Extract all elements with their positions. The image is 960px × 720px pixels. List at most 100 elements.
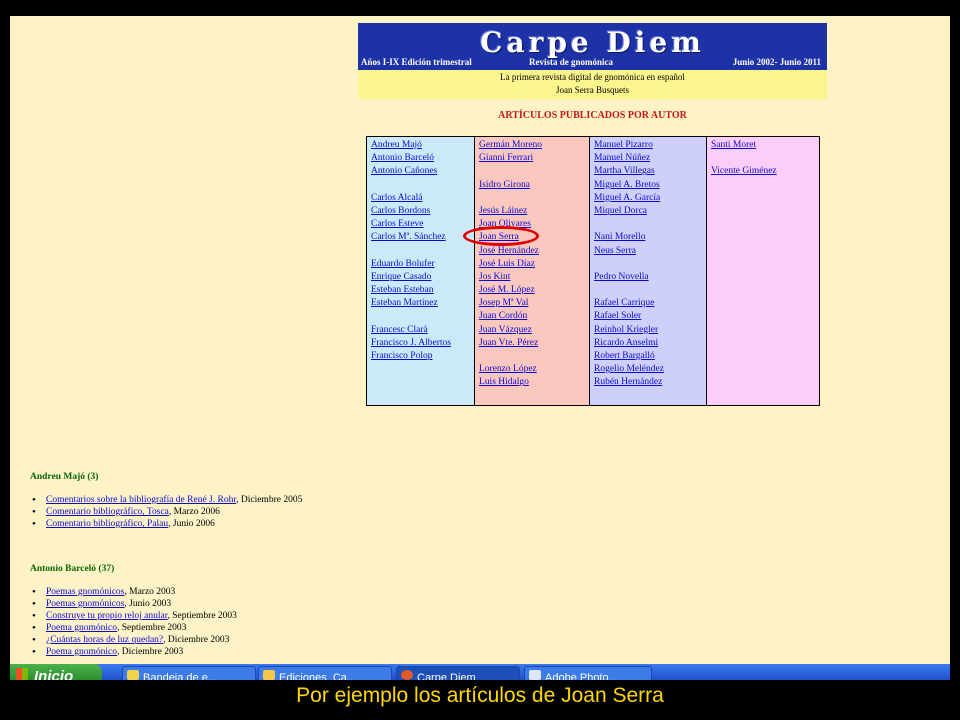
author-link[interactable]: Juan Vázquez xyxy=(479,324,585,337)
taskbar-folder[interactable]: Ediciones_Ca... xyxy=(258,666,392,680)
author-link[interactable]: Antonio Barceló xyxy=(371,152,470,165)
author-link[interactable]: Rafael Soler xyxy=(594,310,702,323)
article-item: Poemas gnomónicos, Junio 2003 xyxy=(30,598,237,610)
author-link[interactable]: Carlos Esteve xyxy=(371,218,470,231)
article-item: Poema gnomónico, Septiembre 2003 xyxy=(30,622,237,634)
author-link[interactable]: José Hernández xyxy=(479,245,585,258)
taskbar-button-label: Ediciones_Ca... xyxy=(279,672,357,680)
author-link[interactable]: Francisco Polop xyxy=(371,350,470,363)
article-date: , Diciembre 2005 xyxy=(236,495,303,505)
article-date: , Septiembre 2003 xyxy=(116,623,187,633)
article-link[interactable]: Poemas gnomónicos xyxy=(46,587,124,597)
banner-tagline: La primera revista digital de gnomónica … xyxy=(358,70,827,99)
articles-list: Poemas gnomónicos, Marzo 2003Poemas gnom… xyxy=(30,586,237,658)
author-link[interactable]: Miguel A. García xyxy=(594,192,702,205)
article-link[interactable]: Comentarios sobre la bibliografía de Ren… xyxy=(46,495,236,505)
section-andreu-majo: Andreu Majó (3) Comentarios sobre la bib… xyxy=(30,472,302,530)
author-link[interactable]: Reinhol Kriegler xyxy=(594,324,702,337)
page-heading: ARTÍCULOS PUBLICADOS POR AUTOR xyxy=(498,110,687,121)
author-link[interactable]: Josep Mª Val xyxy=(479,297,585,310)
article-item: Construye tu propio reloj anular, Septie… xyxy=(30,610,237,622)
section-title: Andreu Majó (3) xyxy=(30,472,99,482)
author-link[interactable]: Esteban Martínez xyxy=(371,297,470,310)
author-gap xyxy=(371,310,470,323)
banner-edition: Años I-IX Edición trimestral xyxy=(361,57,472,67)
author-link[interactable]: Jos Kint xyxy=(479,271,585,284)
start-button[interactable]: Inicio xyxy=(10,664,102,680)
taskbar-carpe-diem[interactable]: Carpe Diem xyxy=(396,666,520,680)
author-link[interactable]: Carlos Bordons xyxy=(371,205,470,218)
authors-column-4: Santi Moret Vicente Giménez xyxy=(707,137,819,405)
tagline-line1: La primera revista digital de gnomónica … xyxy=(500,72,685,82)
highlight-circle-joan-serra xyxy=(463,226,539,246)
author-gap xyxy=(711,152,815,165)
article-link[interactable]: Comentario bibliográfico, Palau xyxy=(46,519,168,529)
article-link[interactable]: Poemas gnomónicos xyxy=(46,599,124,609)
author-link[interactable]: Francisco J. Albertos xyxy=(371,337,470,350)
author-link[interactable]: Enrique Casado xyxy=(371,271,470,284)
author-link[interactable]: Gianni Ferrari xyxy=(479,152,585,165)
taskbar-outlook[interactable]: Bandeja de e... xyxy=(122,666,256,680)
author-link[interactable]: Esteban Esteban xyxy=(371,284,470,297)
author-link[interactable]: Miguel A. Bretos xyxy=(594,179,702,192)
article-link[interactable]: ¿Cuántas horas de luz quedan? xyxy=(46,635,163,645)
author-link[interactable]: Neus Serra xyxy=(594,245,702,258)
article-item: Comentario bibliográfico, Palau, Junio 2… xyxy=(30,518,302,530)
author-link[interactable]: Pedro Novella xyxy=(594,271,702,284)
author-link[interactable]: Martha Villegas xyxy=(594,165,702,178)
author-link[interactable]: Juan Cordón xyxy=(479,310,585,323)
slide-caption: Por ejemplo los artículos de Joan Serra xyxy=(296,684,664,707)
authors-column-3: Manuel Pizarro Manuel Núñez Martha Villega… xyxy=(590,137,707,405)
author-link[interactable]: Rubén Hernández xyxy=(594,376,702,389)
author-link[interactable]: Jesús Láinez xyxy=(479,205,585,218)
banner-dates: Junio 2002- Junio 2011 xyxy=(732,57,821,67)
author-gap xyxy=(371,245,470,258)
author-gap xyxy=(479,350,585,363)
article-item: Comentario bibliográfico, Tosca, Marzo 2… xyxy=(30,506,302,518)
article-date: , Diciembre 2003 xyxy=(116,647,184,657)
section-antonio-barcelo: Antonio Barceló (37) Poemas gnomónicos, … xyxy=(30,564,237,658)
article-link[interactable]: Construye tu propio reloj anular xyxy=(46,611,168,621)
article-date: , Diciembre 2003 xyxy=(163,635,230,645)
taskbar-button-label: Carpe Diem xyxy=(417,672,476,680)
author-gap xyxy=(594,258,702,271)
author-link[interactable]: Antonio Cañones xyxy=(371,165,470,178)
author-link[interactable]: José M. López xyxy=(479,284,585,297)
author-link[interactable]: José Luis Díaz xyxy=(479,258,585,271)
author-link[interactable]: Luis Hidalgo xyxy=(479,376,585,389)
author-link[interactable]: Rafael Carrique xyxy=(594,297,702,310)
article-link[interactable]: Poema gnomónico xyxy=(46,647,117,657)
author-link[interactable]: Carlos Mª. Sánchez xyxy=(371,231,470,244)
author-link[interactable]: Lorenzo López xyxy=(479,363,585,376)
author-link[interactable]: Germán Moreno xyxy=(479,139,585,152)
taskbar-photoshop[interactable]: Adobe Photo... xyxy=(524,666,652,680)
author-link[interactable]: Manuel Pizarro xyxy=(594,139,702,152)
carpe-diem-logo: Carpe Diem xyxy=(480,26,705,59)
author-link[interactable]: Juan Vte. Pérez xyxy=(479,337,585,350)
author-link[interactable]: Nani Morello xyxy=(594,231,702,244)
article-link[interactable]: Comentario bibliográfico, Tosca xyxy=(46,507,169,517)
web-page: Carpe Diem Años I-IX Edición trimestral … xyxy=(10,16,950,664)
author-link[interactable]: Santi Moret xyxy=(711,139,815,152)
taskbar: Inicio Bandeja de e... Ediciones_Ca... C… xyxy=(10,664,950,680)
banner-subtitle: Revista de gnomónica xyxy=(529,57,613,67)
author-link[interactable]: Manuel Núñez xyxy=(594,152,702,165)
browser-icon xyxy=(401,670,413,680)
article-link[interactable]: Poema gnomónico xyxy=(46,623,117,633)
author-link[interactable]: Eduardo Bolufer xyxy=(371,258,470,271)
author-link[interactable]: Miquel Dorca xyxy=(594,205,702,218)
taskbar-button-label: Bandeja de e... xyxy=(143,672,218,680)
author-link[interactable]: Andreu Majó xyxy=(371,139,470,152)
mail-icon xyxy=(127,670,139,680)
article-item: Comentarios sobre la bibliografía de Ren… xyxy=(30,494,302,506)
author-link[interactable]: Rogelio Meléndez xyxy=(594,363,702,376)
author-link[interactable]: Vicente Giménez xyxy=(711,165,815,178)
author-link[interactable]: Ricardo Anselmi xyxy=(594,337,702,350)
author-link[interactable]: Carlos Alcalá xyxy=(371,192,470,205)
start-label: Inicio xyxy=(34,668,74,680)
author-link[interactable]: Francesc Clarà xyxy=(371,324,470,337)
article-item: Poema gnomónico, Diciembre 2003 xyxy=(30,646,237,658)
author-link[interactable]: Robert Bargalló xyxy=(594,350,702,363)
author-link[interactable]: Isidro Girona xyxy=(479,179,585,192)
magazine-banner: Carpe Diem Años I-IX Edición trimestral … xyxy=(358,23,827,99)
